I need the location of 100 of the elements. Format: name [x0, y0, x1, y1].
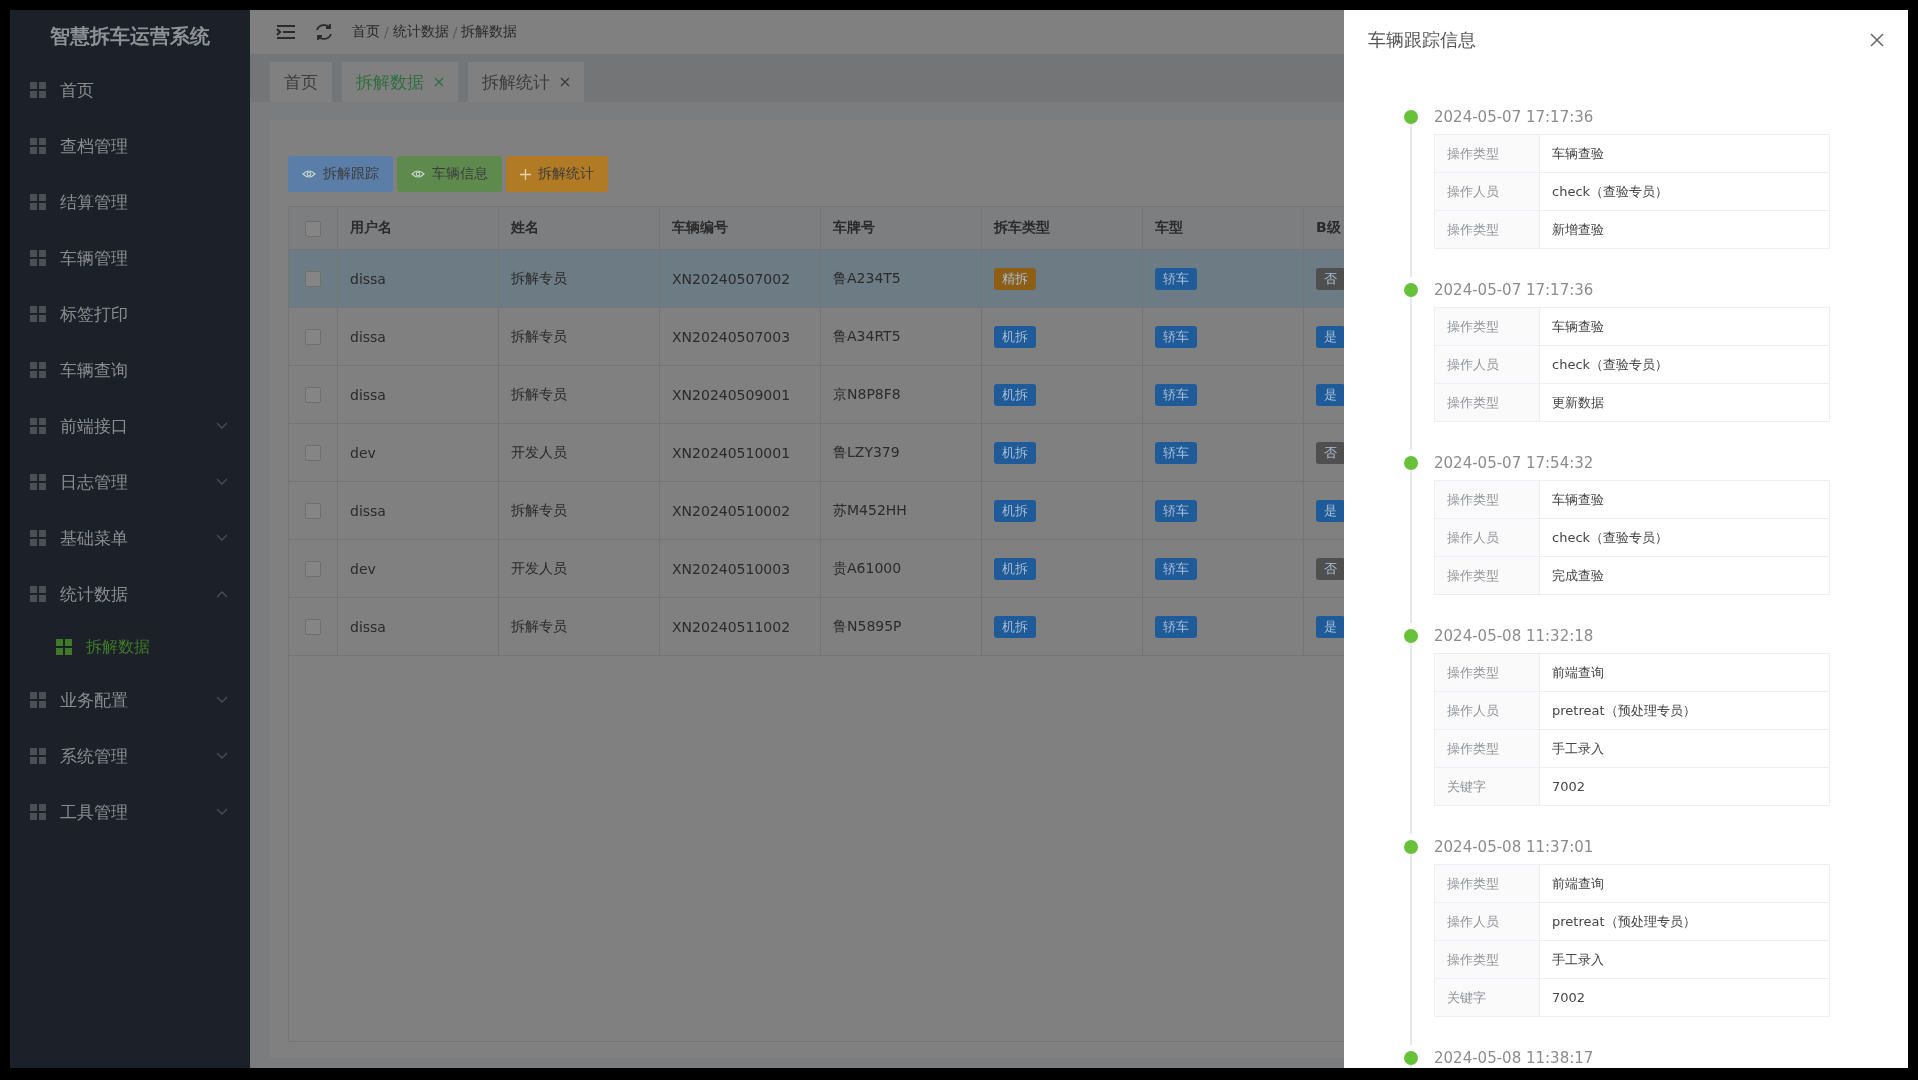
menu-item[interactable]: 首页	[10, 62, 250, 118]
menu-item[interactable]: 标签打印	[10, 286, 250, 342]
column-header: 车牌号	[820, 207, 982, 250]
table-cell: 拆解专员	[498, 365, 660, 424]
table-row[interactable]: dissa 拆解专员 XN20240507002 鲁A234T5 精拆 轿车 否	[289, 249, 1344, 308]
close-button[interactable]	[1868, 31, 1886, 49]
menu-item[interactable]: 车辆管理	[10, 230, 250, 286]
detail-value: 完成查验	[1539, 556, 1830, 595]
detail-label: 操作人员	[1434, 172, 1540, 211]
breadcrumb-item[interactable]: 拆解数据	[461, 23, 518, 41]
refresh-icon	[314, 22, 334, 42]
timestamp: 2024-05-07 17:17:36	[1434, 107, 1595, 128]
grade-tag: 是	[1316, 499, 1344, 522]
menu-item[interactable]: 业务配置	[10, 672, 250, 728]
grade-tag: 否	[1316, 267, 1344, 290]
column-header: 车辆编号	[659, 207, 821, 250]
timeline-dot	[1404, 456, 1418, 470]
grid-icon	[30, 82, 46, 98]
model-tag: 轿车	[1155, 325, 1197, 348]
grade-tag: 是	[1316, 383, 1344, 406]
grid-icon	[30, 362, 46, 378]
timeline-dot	[1404, 840, 1418, 854]
table-cell: 开发人员	[498, 423, 660, 482]
detail-label: 关键字	[1434, 767, 1540, 806]
type-tag: 机拆	[994, 557, 1036, 580]
detail-value: 车辆查验	[1539, 134, 1830, 173]
table-cell: 开发人员	[498, 539, 660, 598]
detail-label: 操作类型	[1434, 556, 1540, 595]
submenu-item[interactable]: 拆解数据	[10, 622, 250, 672]
menu-item[interactable]: 前端接口	[10, 398, 250, 454]
table-cell: 拆解专员	[498, 249, 660, 308]
tab[interactable]: 首页	[270, 62, 332, 102]
tab[interactable]: 拆解统计	[468, 62, 584, 102]
model-tag: 轿车	[1155, 499, 1197, 522]
menu-item[interactable]: 统计数据	[10, 566, 250, 622]
table-cell: XN20240511002	[659, 597, 821, 656]
timestamp: 2024-05-07 17:17:36	[1434, 280, 1595, 301]
table-cell: dissa	[337, 307, 499, 366]
detail-label: 操作类型	[1434, 134, 1540, 173]
model-tag: 轿车	[1155, 441, 1197, 464]
eye-icon	[302, 169, 316, 179]
model-tag: 轿车	[1155, 267, 1197, 290]
detail-label: 操作人员	[1434, 518, 1540, 557]
menu-item[interactable]: 车辆查询	[10, 342, 250, 398]
menu-label: 基础菜单	[60, 526, 129, 550]
menu-item[interactable]: 工具管理	[10, 784, 250, 840]
table-cell: 贵A61000	[820, 539, 982, 598]
detail-value: 前端查询	[1539, 653, 1830, 692]
menu-item[interactable]: 日志管理	[10, 454, 250, 510]
menu-label: 车辆查询	[60, 358, 129, 382]
detail-value: 手工录入	[1539, 729, 1830, 768]
toolbar-button[interactable]: 拆解跟踪	[288, 156, 393, 192]
drawer-title: 车辆跟踪信息	[1368, 28, 1476, 52]
table-cell: dissa	[337, 249, 499, 308]
menu-item[interactable]: 结算管理	[10, 174, 250, 230]
detail-label: 操作类型	[1434, 729, 1540, 768]
menu-label: 工具管理	[60, 800, 129, 824]
detail-label: 操作类型	[1434, 210, 1540, 249]
grid-icon	[30, 250, 46, 266]
menu-item[interactable]: 基础菜单	[10, 510, 250, 566]
menu-label: 统计数据	[60, 582, 129, 606]
table-cell: XN20240510001	[659, 423, 821, 482]
detail-label: 操作人员	[1434, 345, 1540, 384]
timestamp: 2024-05-07 17:54:32	[1434, 453, 1595, 474]
detail-label: 操作类型	[1434, 383, 1540, 422]
checkbox[interactable]	[305, 271, 321, 287]
detail-label: 关键字	[1434, 978, 1540, 1017]
detail-value: 车辆查验	[1539, 480, 1830, 519]
detail-value: check（查验专员）	[1539, 172, 1830, 211]
table-cell: dissa	[337, 365, 499, 424]
menu-label: 前端接口	[60, 414, 129, 438]
app-title: 智慧拆车运营系统	[49, 22, 211, 50]
model-tag: 轿车	[1155, 557, 1197, 580]
breadcrumb-separator: /	[384, 24, 389, 40]
detail-value: check（查验专员）	[1539, 518, 1830, 557]
type-tag: 机拆	[994, 383, 1036, 406]
table-cell: 鲁LZY379	[820, 423, 982, 482]
grid-icon	[30, 748, 46, 764]
grid-icon	[30, 692, 46, 708]
table-cell: 鲁A234T5	[820, 249, 982, 308]
grid-icon	[30, 474, 46, 490]
toolbar-button[interactable]: 拆解统计	[506, 156, 608, 192]
table-cell: 鲁N5895P	[820, 597, 982, 656]
table-cell: XN20240510002	[659, 481, 821, 540]
column-header: 姓名	[498, 207, 660, 250]
detail-label: 操作类型	[1434, 480, 1540, 519]
menu-label: 系统管理	[60, 744, 129, 768]
menu-label: 标签打印	[60, 302, 129, 326]
breadcrumb-item[interactable]: 统计数据	[392, 23, 449, 41]
table-cell: 拆解专员	[498, 597, 660, 656]
column-header: 拆车类型	[981, 207, 1143, 250]
menu-item[interactable]: 查档管理	[10, 118, 250, 174]
menu-label: 车辆管理	[60, 246, 129, 270]
detail-value: 更新数据	[1539, 383, 1830, 422]
toolbar-button[interactable]: 车辆信息	[397, 156, 502, 192]
detail-value: pretreat（预处理专员）	[1539, 691, 1830, 730]
menu-item[interactable]: 系统管理	[10, 728, 250, 784]
breadcrumb-item[interactable]: 首页	[352, 23, 380, 41]
detail-label: 操作类型	[1434, 864, 1540, 903]
menu-icon	[276, 24, 296, 40]
